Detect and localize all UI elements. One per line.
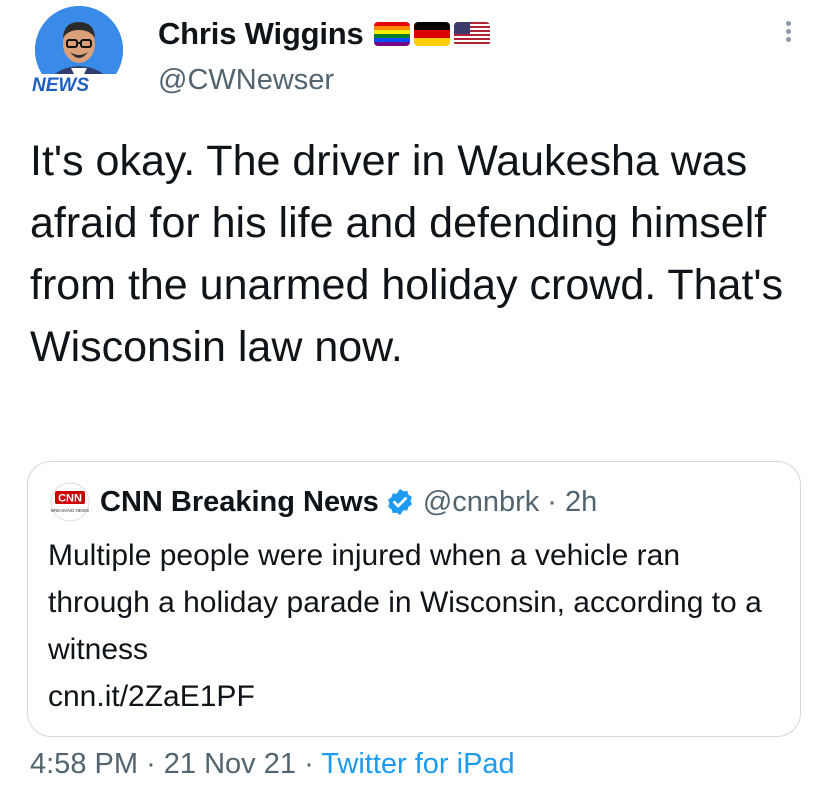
quoted-tweet-text: Multiple people were injured when a vehi… <box>48 532 788 720</box>
tweet-date[interactable]: 21 Nov 21 <box>164 748 296 780</box>
author-name-row: Chris Wiggins <box>158 12 490 56</box>
author-flags <box>373 22 490 46</box>
cnn-logo-subtext: BREAKING NEWS <box>51 508 89 513</box>
more-icon[interactable] <box>782 18 794 54</box>
quoted-age[interactable]: 2h <box>565 486 597 519</box>
tweet-text: It's okay. The driver in Waukesha was af… <box>30 137 784 371</box>
usa-flag <box>453 22 490 46</box>
author-handle[interactable]: @CWNewser <box>158 64 334 97</box>
quoted-link[interactable]: cnn.it/2ZaE1PF <box>48 680 255 713</box>
avatar-badge-text: NEWS <box>32 75 89 96</box>
meta-separator: · <box>146 748 156 780</box>
quoted-tweet-header: CNN BREAKING NEWS CNN Breaking News @cnn… <box>50 482 597 522</box>
cnn-logo-text: CNN <box>58 493 82 505</box>
tweet-time[interactable]: 4:58 PM <box>30 748 138 780</box>
verified-icon <box>387 488 412 516</box>
tweet-meta: 4:58 PM · 21 Nov 21 · Twitter for iPad <box>30 748 515 781</box>
meta-separator: · <box>304 748 314 780</box>
author-name[interactable]: Chris Wiggins <box>158 16 364 52</box>
quoted-separator: · <box>547 485 557 518</box>
avatar[interactable]: NEWS <box>24 4 134 104</box>
quoted-author-handle[interactable]: @cnnbrk <box>423 486 539 519</box>
germany-flag <box>413 22 450 46</box>
quoted-author-name[interactable]: CNN Breaking News <box>100 486 379 519</box>
rainbow-flag <box>373 22 410 46</box>
quoted-text-body: Multiple people were injured when a vehi… <box>48 539 762 666</box>
cnn-logo[interactable]: CNN BREAKING NEWS <box>50 482 90 522</box>
tweet-source[interactable]: Twitter for iPad <box>321 748 514 780</box>
quoted-tweet[interactable]: CNN BREAKING NEWS CNN Breaking News @cnn… <box>27 461 801 737</box>
